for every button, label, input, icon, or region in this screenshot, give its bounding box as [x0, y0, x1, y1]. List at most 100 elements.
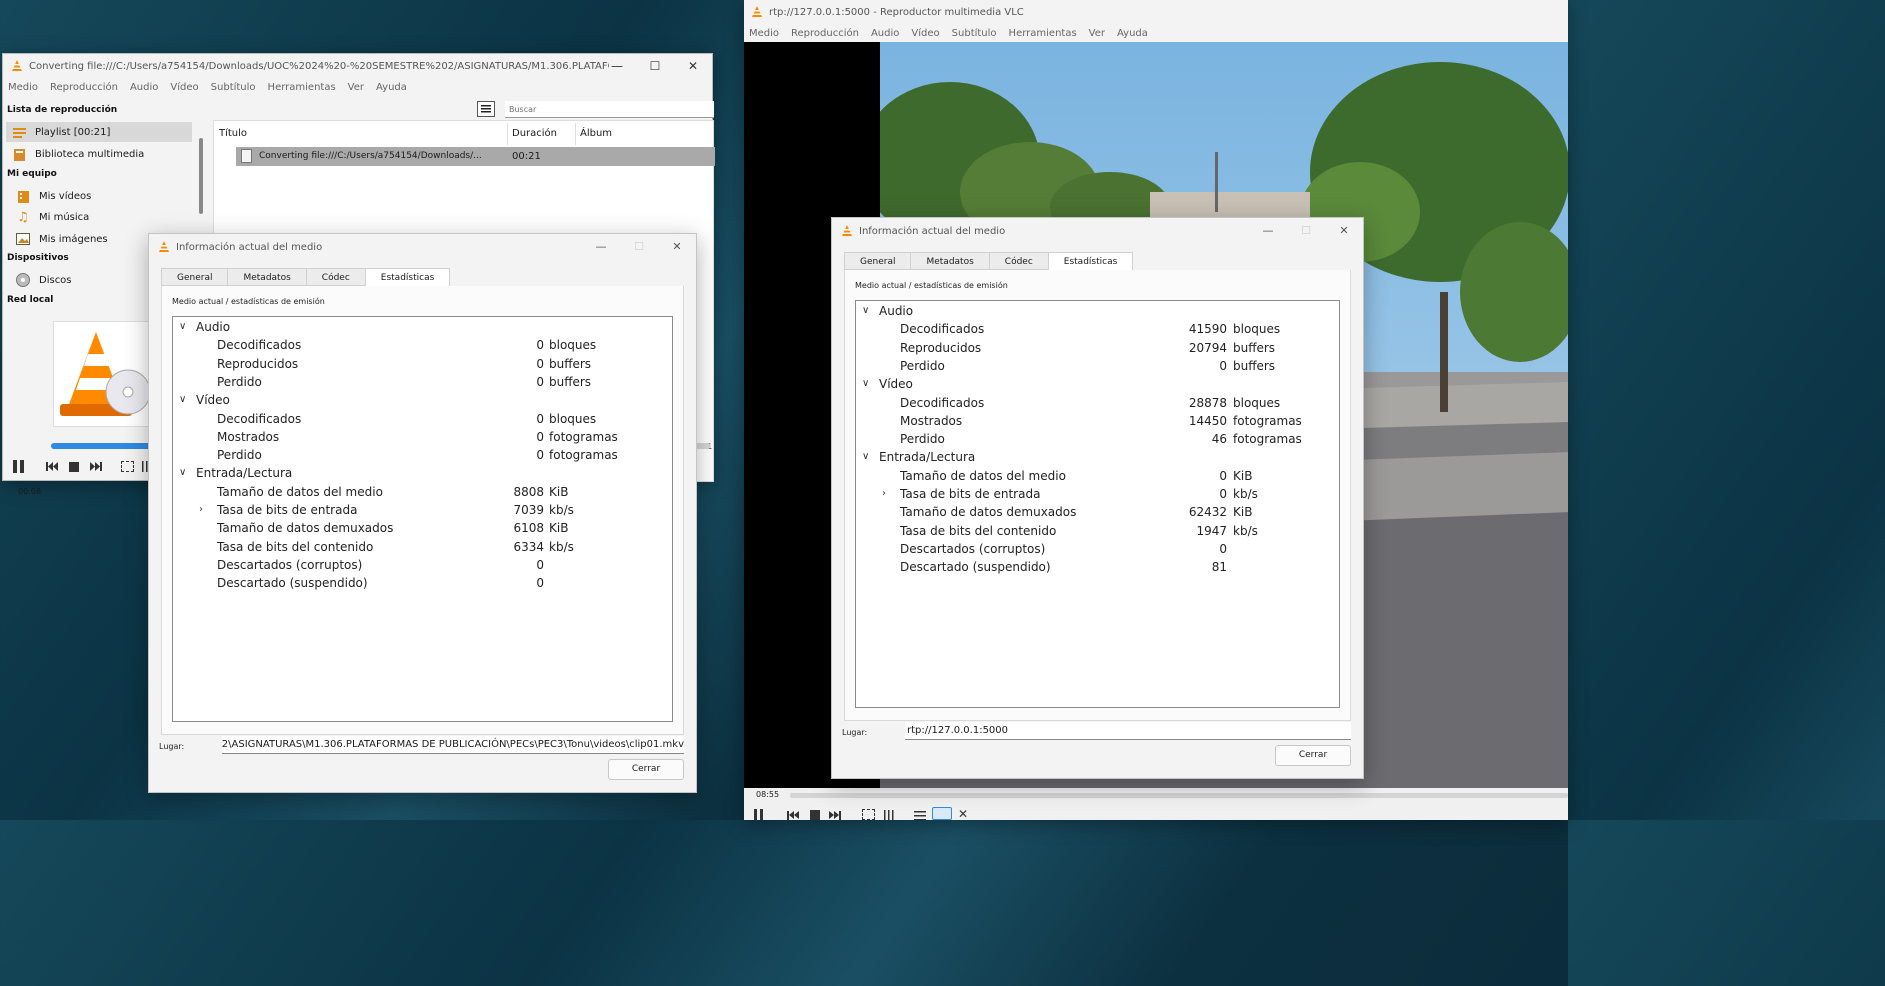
close-button[interactable]: ✕: [658, 234, 696, 258]
stat-row[interactable]: Mostrados 14450 fotogramas: [856, 412, 1339, 430]
tree-group[interactable]: ∨ Audio: [856, 302, 1339, 320]
playlist-view-button[interactable]: [477, 101, 495, 117]
chevron-down-icon[interactable]: ∨: [862, 448, 869, 466]
stat-row[interactable]: › Tasa de bits de entrada 7039 kb/s: [173, 501, 672, 519]
menu-item-3[interactable]: Vídeo: [911, 28, 939, 39]
stat-row[interactable]: Tamaño de datos del medio 0 KiB: [856, 467, 1339, 485]
location-field[interactable]: rtp://127.0.0.1:5000: [905, 722, 1351, 740]
extended-settings-button[interactable]: [882, 809, 896, 820]
menu-item-2[interactable]: Audio: [130, 82, 158, 93]
tree-group[interactable]: ∨ Vídeo: [173, 391, 672, 409]
maximize-button[interactable]: ☐: [620, 234, 658, 258]
minimize-button[interactable]: —: [598, 54, 636, 78]
menu-item-4[interactable]: Subtítulo: [211, 82, 256, 93]
menu-item-5[interactable]: Herramientas: [268, 82, 336, 93]
tree-group[interactable]: ∨ Audio: [173, 318, 672, 336]
menu-item-7[interactable]: Ayuda: [376, 82, 407, 93]
statistics-tree[interactable]: ∨ Audio Decodificados 0 bloques Reproducidos 0…: [172, 316, 673, 722]
stat-row[interactable]: Decodificados 28878 bloques: [856, 394, 1339, 412]
chevron-down-icon[interactable]: ∨: [862, 375, 869, 393]
stat-row[interactable]: Perdido 46 fotogramas: [856, 430, 1339, 448]
stat-row[interactable]: Descartado (suspendido) 81: [856, 558, 1339, 576]
menu-item-0[interactable]: Medio: [749, 28, 779, 39]
stat-row[interactable]: Decodificados 0 bloques: [173, 336, 672, 354]
loop-button[interactable]: [932, 807, 952, 820]
menu-item-7[interactable]: Ayuda: [1117, 28, 1148, 39]
seek-bar[interactable]: [790, 793, 1568, 798]
stat-row[interactable]: Decodificados 0 bloques: [173, 410, 672, 428]
chevron-right-icon[interactable]: ›: [199, 501, 203, 519]
stat-row[interactable]: Tamaño de datos demuxados 62432 KiB: [856, 503, 1339, 521]
tab-1[interactable]: Metadatos: [227, 268, 307, 285]
next-button[interactable]: [828, 809, 842, 820]
stop-button[interactable]: [810, 810, 820, 820]
menu-item-6[interactable]: Ver: [348, 82, 364, 93]
tree-group[interactable]: ∨ Entrada/Lectura: [173, 464, 672, 482]
column-header-duration[interactable]: Duración: [508, 123, 576, 145]
menu-item-2[interactable]: Audio: [871, 28, 899, 39]
menu-item-4[interactable]: Subtítulo: [952, 28, 997, 39]
menu-item-1[interactable]: Reproducción: [50, 82, 118, 93]
stat-row[interactable]: Descartado (suspendido) 0: [173, 574, 672, 592]
stat-row[interactable]: Perdido 0 fotogramas: [173, 446, 672, 464]
statistics-tree[interactable]: ∨ Audio Decodificados 41590 bloques Reproduci…: [855, 300, 1340, 708]
chevron-right-icon[interactable]: ›: [882, 485, 886, 503]
stat-row[interactable]: › Tasa de bits de entrada 0 kb/s: [856, 485, 1339, 503]
maximize-button[interactable]: ☐: [1287, 218, 1325, 242]
minimize-button[interactable]: —: [1249, 218, 1287, 242]
play-pause-button[interactable]: [11, 459, 27, 473]
stat-row[interactable]: Tamaño de datos del medio 8808 KiB: [173, 483, 672, 501]
tab-0[interactable]: General: [844, 252, 912, 269]
stat-row[interactable]: Reproducidos 20794 buffers: [856, 339, 1339, 357]
tab-2[interactable]: Códec: [988, 252, 1049, 269]
stat-row[interactable]: Decodificados 41590 bloques: [856, 320, 1339, 338]
minimize-button[interactable]: —: [582, 234, 620, 258]
playlist-toggle-button[interactable]: [914, 809, 928, 821]
sidebar-item-videos[interactable]: Mis vídeos: [10, 186, 196, 206]
tab-3[interactable]: Estadísticas: [364, 268, 451, 287]
fullscreen-button[interactable]: [121, 461, 134, 472]
menu-item-5[interactable]: Herramientas: [1009, 28, 1077, 39]
fullscreen-button[interactable]: [862, 809, 875, 820]
chevron-down-icon[interactable]: ∨: [862, 302, 869, 320]
tab-1[interactable]: Metadatos: [910, 252, 990, 269]
stat-row[interactable]: Descartados (corruptos) 0: [173, 556, 672, 574]
stat-row[interactable]: Perdido 0 buffers: [173, 373, 672, 391]
stat-row[interactable]: Mostrados 0 fotogramas: [173, 428, 672, 446]
tab-2[interactable]: Códec: [305, 268, 366, 285]
menu-item-0[interactable]: Medio: [8, 82, 38, 93]
tab-3[interactable]: Estadísticas: [1047, 252, 1134, 271]
shuffle-button[interactable]: ✕: [958, 808, 972, 820]
menu-item-3[interactable]: Vídeo: [170, 82, 198, 93]
stat-row[interactable]: Tasa de bits del contenido 6334 kb/s: [173, 538, 672, 556]
sidebar-scrollbar[interactable]: [199, 138, 203, 214]
close-dialog-button[interactable]: Cerrar: [1275, 745, 1351, 766]
menu-item-1[interactable]: Reproducción: [791, 28, 859, 39]
tab-0[interactable]: General: [161, 268, 229, 285]
prev-button[interactable]: [45, 461, 59, 472]
chevron-down-icon[interactable]: ∨: [179, 318, 186, 336]
play-pause-button[interactable]: [752, 808, 766, 820]
maximize-button[interactable]: ☐: [636, 54, 674, 78]
search-input[interactable]: [505, 101, 714, 118]
sidebar-item-playlist[interactable]: Playlist [00:21]: [6, 122, 192, 142]
chevron-down-icon[interactable]: ∨: [179, 464, 186, 482]
sidebar-item-music[interactable]: ♫ Mi música: [10, 207, 196, 227]
close-dialog-button[interactable]: Cerrar: [608, 759, 684, 780]
location-field[interactable]: E 2\ASIGNATURAS\M1.306.PLATAFORMAS DE PU…: [222, 736, 684, 754]
stop-button[interactable]: [69, 462, 79, 472]
chevron-down-icon[interactable]: ∨: [179, 391, 186, 409]
stat-row[interactable]: Perdido 0 buffers: [856, 357, 1339, 375]
stat-row[interactable]: Reproducidos 0 buffers: [173, 355, 672, 373]
table-row[interactable]: Converting file:///C:/Users/a754154/Down…: [236, 147, 715, 166]
column-header-title[interactable]: Título: [214, 123, 508, 145]
prev-button[interactable]: [786, 809, 800, 820]
stat-row[interactable]: Tamaño de datos demuxados 6108 KiB: [173, 519, 672, 537]
stat-row[interactable]: Descartados (corruptos) 0: [856, 540, 1339, 558]
column-header-album[interactable]: Álbum: [576, 123, 715, 145]
sidebar-item-library[interactable]: Biblioteca multimedia: [6, 144, 192, 164]
next-button[interactable]: [89, 461, 103, 472]
tree-group[interactable]: ∨ Entrada/Lectura: [856, 448, 1339, 466]
close-button[interactable]: ✕: [1325, 218, 1363, 242]
stat-row[interactable]: Tasa de bits del contenido 1947 kb/s: [856, 522, 1339, 540]
